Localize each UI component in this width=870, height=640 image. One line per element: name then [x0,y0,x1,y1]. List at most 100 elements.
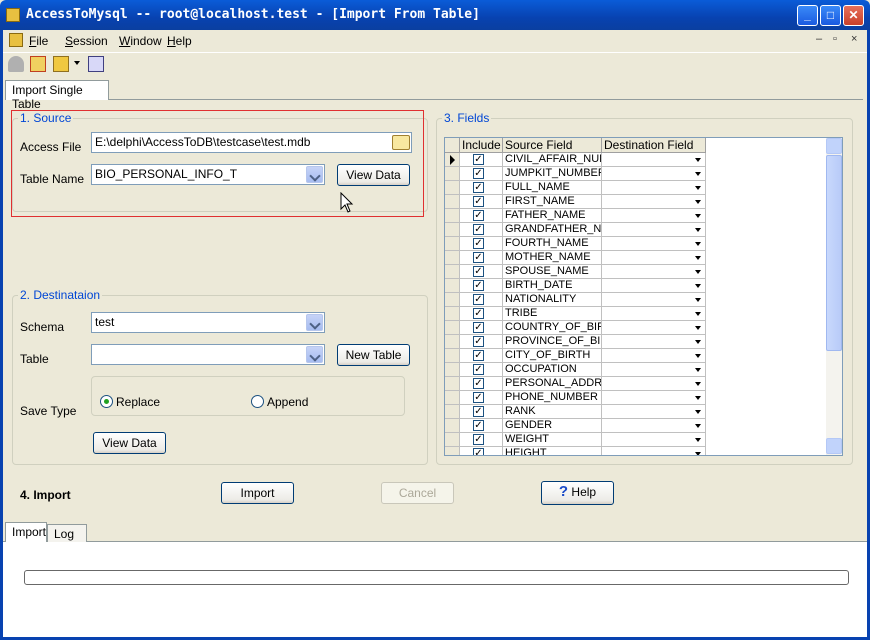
destination-field-cell[interactable] [602,349,706,363]
include-cell[interactable]: ✓ [460,419,503,433]
dropdown-arrow-icon[interactable] [695,172,701,176]
source-field-cell[interactable]: BIRTH_DATE [503,279,602,293]
destination-field-cell[interactable] [602,251,706,265]
checkbox-icon[interactable]: ✓ [473,224,484,235]
checkbox-icon[interactable]: ✓ [473,420,484,431]
destination-field-cell[interactable] [602,167,706,181]
table-row[interactable]: ✓ RANK [445,405,706,419]
table-row[interactable]: ✓ HEIGHT [445,447,706,455]
mdi-restore-button[interactable]: ▫ [833,33,837,45]
destination-field-cell[interactable] [602,237,706,251]
dropdown-arrow-icon[interactable] [695,312,701,316]
destination-field-cell[interactable] [602,181,706,195]
dropdown-icon[interactable] [74,61,80,65]
checkbox-icon[interactable]: ✓ [473,322,484,333]
source-field-cell[interactable]: COUNTRY_OF_BIR [503,321,602,335]
scroll-thumb[interactable] [826,155,842,351]
open-session-icon[interactable] [30,56,46,72]
table-row[interactable]: ✓ CIVIL_AFFAIR_NUM [445,153,706,167]
dropdown-arrow-icon[interactable] [695,354,701,358]
include-cell[interactable]: ✓ [460,167,503,181]
destination-field-header[interactable]: Destination Field [602,138,706,153]
checkbox-icon[interactable]: ✓ [473,266,484,277]
destination-field-cell[interactable] [602,363,706,377]
table-row[interactable]: ✓ FULL_NAME [445,181,706,195]
checkbox-icon[interactable]: ✓ [473,336,484,347]
include-cell[interactable]: ✓ [460,377,503,391]
maximize-button[interactable]: □ [820,5,841,26]
dropdown-arrow-icon[interactable] [695,284,701,288]
include-cell[interactable]: ✓ [460,391,503,405]
source-field-cell[interactable]: FOURTH_NAME [503,237,602,251]
table-row[interactable]: ✓ FIRST_NAME [445,195,706,209]
access-file-input[interactable]: E:\delphi\AccessToDB\testcase\test.mdb [91,132,412,153]
destination-view-data-button[interactable]: View Data [93,432,166,454]
source-field-cell[interactable]: JUMPKIT_NUMBER [503,167,602,181]
table-row[interactable]: ✓ FATHER_NAME [445,209,706,223]
dropdown-arrow-icon[interactable] [695,298,701,302]
report-icon[interactable] [88,56,104,72]
destination-field-cell[interactable] [602,447,706,455]
checkbox-icon[interactable]: ✓ [473,210,484,221]
table-row[interactable]: ✓ FOURTH_NAME [445,237,706,251]
checkbox-icon[interactable]: ✓ [473,434,484,445]
source-field-cell[interactable]: HEIGHT [503,447,602,455]
source-field-cell[interactable]: PERSONAL_ADDR [503,377,602,391]
destination-field-cell[interactable] [602,223,706,237]
include-cell[interactable]: ✓ [460,251,503,265]
source-field-cell[interactable]: GRANDFATHER_N [503,223,602,237]
include-cell[interactable]: ✓ [460,321,503,335]
destination-field-cell[interactable] [602,153,706,167]
checkbox-icon[interactable]: ✓ [473,406,484,417]
table-row[interactable]: ✓ NATIONALITY [445,293,706,307]
table-row[interactable]: ✓ TRIBE [445,307,706,321]
dropdown-arrow-icon[interactable] [695,340,701,344]
tab-import-single-table[interactable]: Import Single Table [5,80,109,111]
append-radio[interactable] [251,395,264,408]
scroll-down-icon[interactable] [826,438,842,454]
destination-field-cell[interactable] [602,405,706,419]
table-row[interactable]: ✓ MOTHER_NAME [445,251,706,265]
source-field-cell[interactable]: CIVIL_AFFAIR_NUM [503,153,602,167]
checkbox-icon[interactable]: ✓ [473,294,484,305]
include-cell[interactable]: ✓ [460,223,503,237]
folder-icon[interactable] [392,135,410,150]
mdi-minimize-button[interactable]: – [816,33,822,45]
dropdown-arrow-icon[interactable] [695,242,701,246]
source-field-cell[interactable]: PROVINCE_OF_BIR [503,335,602,349]
checkbox-icon[interactable]: ✓ [473,378,484,389]
table-row[interactable]: ✓ GRANDFATHER_N [445,223,706,237]
destination-field-cell[interactable] [602,335,706,349]
include-cell[interactable]: ✓ [460,363,503,377]
checkbox-icon[interactable]: ✓ [473,182,484,193]
table-row[interactable]: ✓ COUNTRY_OF_BIR [445,321,706,335]
source-field-cell[interactable]: TRIBE [503,307,602,321]
dropdown-arrow-icon[interactable] [695,186,701,190]
menu-help[interactable]: Help [167,34,192,48]
table-row[interactable]: ✓ WEIGHT [445,433,706,447]
chevron-down-icon[interactable] [306,314,323,331]
include-cell[interactable]: ✓ [460,349,503,363]
source-field-cell[interactable]: WEIGHT [503,433,602,447]
destination-field-cell[interactable] [602,195,706,209]
destination-field-cell[interactable] [602,377,706,391]
dropdown-arrow-icon[interactable] [695,452,701,455]
checkbox-icon[interactable]: ✓ [473,238,484,249]
include-cell[interactable]: ✓ [460,335,503,349]
import-button[interactable]: Import [221,482,294,504]
table-row[interactable]: ✓ PHONE_NUMBER [445,391,706,405]
help-button[interactable]: ? Help [541,481,614,505]
table-row[interactable]: ✓ JUMPKIT_NUMBER [445,167,706,181]
menu-session[interactable]: Session [65,34,108,48]
include-cell[interactable]: ✓ [460,279,503,293]
close-button[interactable]: ✕ [843,5,864,26]
table-row[interactable]: ✓ PROVINCE_OF_BIR [445,335,706,349]
source-field-cell[interactable]: CITY_OF_BIRTH [503,349,602,363]
include-cell[interactable]: ✓ [460,307,503,321]
grid-scrollbar[interactable] [826,138,842,455]
dropdown-arrow-icon[interactable] [695,368,701,372]
dropdown-arrow-icon[interactable] [695,270,701,274]
destination-field-cell[interactable] [602,293,706,307]
include-cell[interactable]: ✓ [460,447,503,455]
menu-window[interactable]: Window [119,34,162,48]
